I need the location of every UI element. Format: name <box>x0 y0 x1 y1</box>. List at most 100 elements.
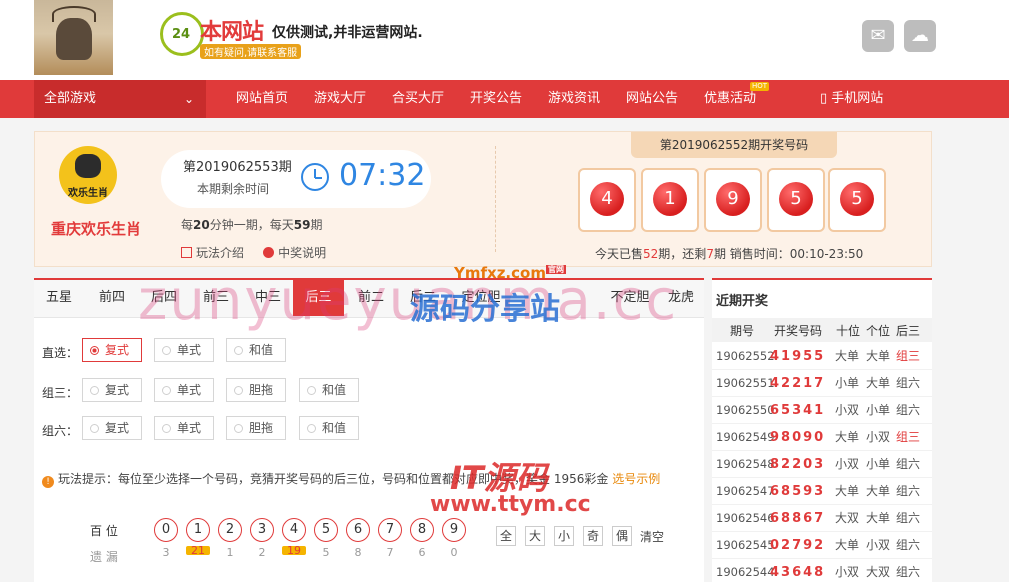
watermark-brand: 源码分享站 <box>410 292 560 327</box>
main-nav: 全部游戏 ⌄ 网站首页 游戏大厅 合买大厅 开奖公告 游戏资讯 网站公告 优惠活动… <box>0 80 1009 118</box>
option-group6-drag[interactable]: 胆拖 <box>226 416 286 440</box>
nav-site-notice[interactable]: 网站公告 <box>626 80 678 118</box>
remaining-label: 本期剩余时间 <box>197 182 270 196</box>
tab-five-star[interactable]: 五星 <box>34 280 84 316</box>
nav-mobile[interactable]: ▯ 手机网站 <box>820 80 883 118</box>
tab-front-four[interactable]: 前四 <box>86 280 138 316</box>
miss-7: 7 <box>386 546 394 559</box>
miss-0: 3 <box>162 546 170 559</box>
hot-badge: HOT <box>750 82 770 91</box>
digit-4[interactable]: 4 <box>282 518 306 542</box>
nav-draw-notice[interactable]: 开奖公告 <box>470 80 522 118</box>
miss-1: 21 <box>186 545 210 556</box>
digit-5[interactable]: 5 <box>314 518 338 542</box>
prize-info-link[interactable]: 中奖说明 <box>263 246 326 260</box>
radio-icon <box>307 424 316 433</box>
radio-icon <box>234 424 243 433</box>
question-icon <box>263 247 275 258</box>
nav-promotions[interactable]: 优惠活动 <box>704 80 756 118</box>
radio-icon <box>90 386 99 395</box>
last-draw-title: 第2019062552期开奖号码 <box>631 132 837 158</box>
watermark-domain: zunyueyuanma.cc <box>138 268 679 333</box>
table-row: 19062545 02792 大单 小双 组六 <box>712 532 932 559</box>
current-period: 第2019062553期 <box>183 160 292 175</box>
option-group6-compound[interactable]: 复式 <box>82 416 142 440</box>
watermark-url: www.ttym.cc <box>430 492 591 517</box>
radio-icon <box>234 386 243 395</box>
recent-draws-title: 近期开奖 <box>716 294 769 309</box>
info-links: 玩法介绍 中奖说明 <box>181 244 326 261</box>
table-row: 19062546 68867 大双 大单 组六 <box>712 505 932 532</box>
radio-icon <box>307 386 316 395</box>
recent-table-header: 期号 开奖号码 十位 个位 后三 <box>712 318 932 342</box>
clock-icon <box>301 163 329 191</box>
qq-icon[interactable]: ✉ <box>862 20 894 52</box>
logo-tagline: 如有疑问,请联系客服 <box>200 44 302 59</box>
option-group3-compound[interactable]: 复式 <box>82 378 142 402</box>
col-units: 个位 <box>866 324 891 338</box>
nav-group-buy[interactable]: 合买大厅 <box>392 80 444 118</box>
option-direct-single[interactable]: 单式 <box>154 338 214 362</box>
miss-3: 2 <box>258 546 266 559</box>
game-logo-icon: 欢乐生肖 <box>59 146 117 204</box>
miss-label: 遗 漏 <box>90 550 118 564</box>
clear-button[interactable]: 清空 <box>640 528 664 545</box>
digit-8[interactable]: 8 <box>410 518 434 542</box>
radio-icon <box>162 346 171 355</box>
nav-home[interactable]: 网站首页 <box>236 80 288 118</box>
countdown-timer: 07:32 <box>339 158 426 193</box>
quick-small-button[interactable]: 小 <box>554 526 574 546</box>
position-label: 百 位 <box>90 524 118 538</box>
table-row: 19062551 42217 小单 大单 组六 <box>712 370 932 397</box>
quick-even-button[interactable]: 偶 <box>612 526 632 546</box>
digit-7[interactable]: 7 <box>378 518 402 542</box>
digit-2[interactable]: 2 <box>218 518 242 542</box>
site-logo[interactable]: 24 本网站 仅供测试,并非运营网站. 如有疑问,请联系客服 <box>160 10 430 60</box>
quick-odd-button[interactable]: 奇 <box>583 526 603 546</box>
table-row: 19062549 98090 大单 小双 组三 <box>712 424 932 451</box>
row-label-group3: 组三： <box>42 386 79 400</box>
option-group6-single[interactable]: 单式 <box>154 416 214 440</box>
quick-all-button[interactable]: 全 <box>496 526 516 546</box>
option-group3-single[interactable]: 单式 <box>154 378 214 402</box>
warning-icon: ! <box>42 476 54 488</box>
nav-game-news[interactable]: 游戏资讯 <box>548 80 600 118</box>
table-row: 19062550 65341 小双 小单 组六 <box>712 397 932 424</box>
row-label-group6: 组六： <box>42 424 79 438</box>
rules-link[interactable]: 玩法介绍 <box>181 246 244 260</box>
radio-icon <box>90 424 99 433</box>
draw-ball-4: 5 <box>767 168 825 232</box>
digit-9[interactable]: 9 <box>442 518 466 542</box>
logo-badge: 24 <box>160 12 204 56</box>
option-direct-compound[interactable]: 复式 <box>82 338 142 362</box>
miss-8: 6 <box>418 546 426 559</box>
play-tip: ! 玩法提示：每位至少选择一个号码，竞猜开奖号码的后三位，号码和位置都对应即中奖，… <box>42 470 660 488</box>
miss-5: 5 <box>322 546 330 559</box>
col-numbers: 开奖号码 <box>774 324 823 338</box>
nav-game-hall[interactable]: 游戏大厅 <box>314 80 366 118</box>
wechat-icon[interactable]: ☁ <box>904 20 936 52</box>
miss-9: 0 <box>450 546 458 559</box>
all-games-dropdown[interactable]: 全部游戏 ⌄ <box>34 80 206 118</box>
chevron-down-icon: ⌄ <box>183 92 194 106</box>
quick-big-button[interactable]: 大 <box>525 526 545 546</box>
miss-2: 1 <box>226 546 234 559</box>
miss-6: 8 <box>354 546 362 559</box>
digit-0[interactable]: 0 <box>154 518 178 542</box>
option-group3-drag[interactable]: 胆拖 <box>226 378 286 402</box>
logo-main-text: 本网站 <box>200 20 264 45</box>
digit-6[interactable]: 6 <box>346 518 370 542</box>
game-info-panel: 欢乐生肖 重庆欢乐生肖 第2019062553期 本期剩余时间 07:32 每2… <box>34 131 932 267</box>
option-group3-sum[interactable]: 和值 <box>299 378 359 402</box>
digit-1[interactable]: 1 <box>186 518 210 542</box>
draw-ball-2: 1 <box>641 168 699 232</box>
option-direct-sum[interactable]: 和值 <box>226 338 286 362</box>
site-thumbnail <box>34 0 113 75</box>
draw-ball-1: 4 <box>578 168 636 232</box>
logo-sub-text: 仅供测试,并非运营网站. <box>272 25 423 41</box>
digit-3[interactable]: 3 <box>250 518 274 542</box>
sales-status: 今天已售52期，还剩7期 销售时间：00:10-23:50 <box>595 247 864 261</box>
radio-icon <box>162 424 171 433</box>
example-link[interactable]: 选号示例 <box>612 472 660 486</box>
option-group6-sum[interactable]: 和值 <box>299 416 359 440</box>
